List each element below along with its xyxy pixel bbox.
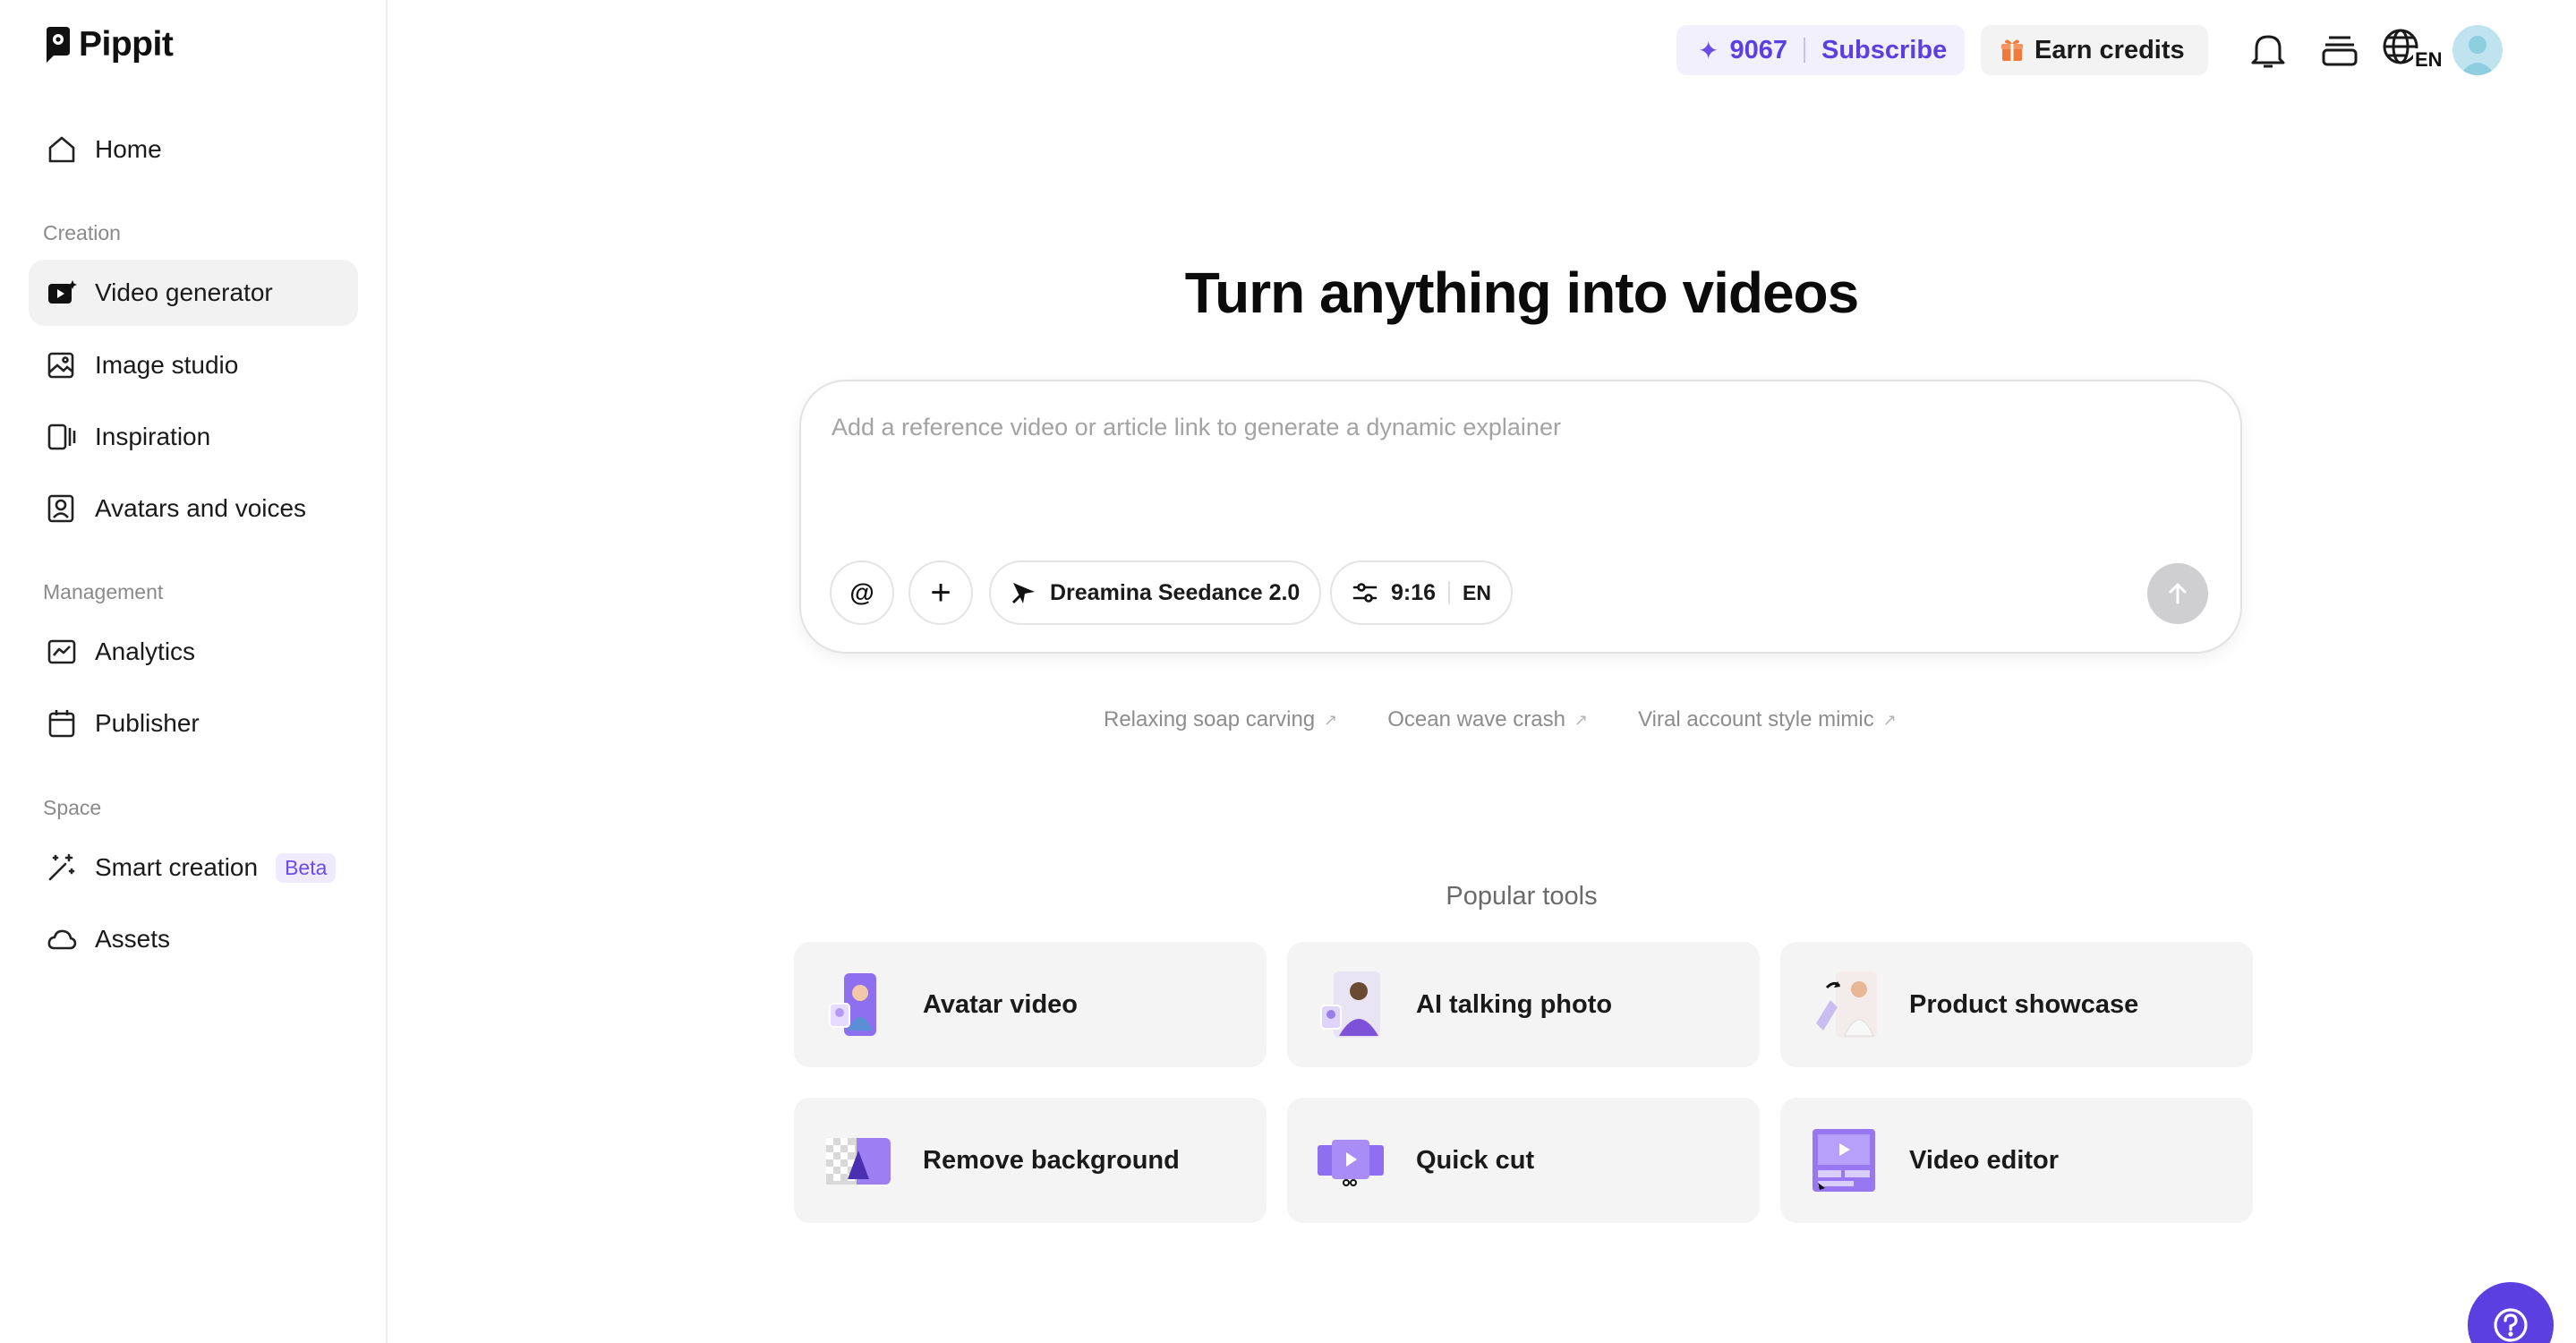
arrow-up-right-icon: ↗ <box>1574 710 1589 729</box>
sidebar-item-home[interactable]: Home <box>29 116 358 183</box>
sidebar-item-smart-creation[interactable]: Smart creation Beta <box>29 834 358 901</box>
sidebar-item-video-generator[interactable]: Video generator <box>29 260 358 326</box>
sparkle-icon: ✦ <box>1698 36 1719 64</box>
add-button[interactable]: + <box>908 560 973 625</box>
sidebar-item-label: Inspiration <box>95 423 211 450</box>
language-globe-icon[interactable]: EN <box>2381 29 2444 72</box>
section-title-management: Management <box>43 580 164 603</box>
image-studio-icon <box>45 348 79 382</box>
sidebar-item-assets[interactable]: Assets <box>29 906 358 972</box>
sidebar-item-label: Image studio <box>95 351 239 379</box>
prompt-input[interactable]: Add a reference video or article link to… <box>832 414 1561 441</box>
tool-label: Avatar video <box>923 989 1078 1019</box>
tool-card-product-showcase[interactable]: Product showcase <box>1780 942 2253 1067</box>
pippit-logo-icon <box>47 27 70 63</box>
subscribe-button[interactable]: Subscribe <box>1821 36 1947 65</box>
language-badge: EN <box>2413 48 2444 72</box>
remove-background-thumbnail-icon <box>821 1124 894 1197</box>
tool-card-quick-cut[interactable]: Quick cut <box>1287 1098 1760 1223</box>
earn-credits-button[interactable]: Earn credits <box>1981 25 2208 75</box>
video-editor-thumbnail-icon <box>1807 1124 1881 1197</box>
sliders-icon <box>1352 583 1378 603</box>
tool-label: Remove background <box>923 1145 1180 1175</box>
sidebar: Pippit Home Creation Video generator Ima… <box>0 0 388 1343</box>
sidebar-item-avatars-and-voices[interactable]: Avatars and voices <box>29 475 358 542</box>
brand-name: Pippit <box>79 25 174 64</box>
avatar-voice-icon <box>45 492 79 526</box>
cloud-icon <box>45 922 79 956</box>
beta-badge: Beta <box>276 852 337 883</box>
magic-wand-icon <box>45 851 79 885</box>
analytics-icon <box>45 635 79 669</box>
sidebar-item-inspiration[interactable]: Inspiration <box>29 404 358 470</box>
suggestion-label: Viral account style mimic <box>1638 707 1874 731</box>
brand-logo[interactable]: Pippit <box>43 25 174 64</box>
bell-icon[interactable] <box>2247 29 2290 72</box>
video-generator-icon <box>45 276 79 310</box>
sidebar-item-label: Smart creation <box>95 853 259 881</box>
sidebar-item-image-studio[interactable]: Image studio <box>29 332 358 398</box>
send-button[interactable] <box>2147 563 2208 624</box>
help-button[interactable] <box>2468 1282 2554 1343</box>
section-title-space: Space <box>43 796 102 819</box>
suggestion-chip[interactable]: Ocean wave crash ↗ <box>1387 707 1588 732</box>
talking-photo-thumbnail-icon <box>1314 968 1387 1041</box>
tool-label: Video editor <box>1909 1145 2060 1175</box>
sidebar-item-label: Home <box>95 135 162 163</box>
tool-label: AI talking photo <box>1416 989 1613 1019</box>
arrow-up-right-icon: ↗ <box>1324 710 1338 729</box>
suggestion-chip[interactable]: Viral account style mimic ↗ <box>1638 707 1897 732</box>
settings-chip[interactable]: 9:16 EN <box>1330 560 1513 625</box>
sidebar-item-label: Avatars and voices <box>95 494 307 522</box>
gift-icon <box>2001 39 2023 61</box>
tool-card-ai-talking-photo[interactable]: AI talking photo <box>1287 942 1760 1067</box>
divider <box>1448 581 1451 604</box>
arrow-up-icon <box>2169 583 2187 604</box>
home-icon <box>45 133 79 167</box>
page-title: Turn anything into videos <box>1184 261 1859 325</box>
language-value: EN <box>1463 580 1491 604</box>
dreamina-logo-icon <box>1011 583 1035 604</box>
popular-tools-title: Popular tools <box>1446 882 1598 911</box>
inspiration-icon <box>45 420 79 454</box>
tool-card-video-editor[interactable]: Video editor <box>1780 1098 2253 1223</box>
arrow-up-right-icon: ↗ <box>1882 710 1897 729</box>
suggestion-label: Ocean wave crash <box>1387 707 1565 731</box>
aspect-ratio: 9:16 <box>1391 579 1437 605</box>
quick-cut-thumbnail-icon <box>1314 1124 1387 1197</box>
tool-card-remove-background[interactable]: Remove background <box>794 1098 1267 1223</box>
prompt-box: Add a reference video or article link to… <box>799 380 2242 654</box>
tool-card-avatar-video[interactable]: Avatar video <box>794 942 1267 1067</box>
sidebar-item-label: Analytics <box>95 637 196 665</box>
divider <box>1803 38 1805 63</box>
user-avatar[interactable] <box>2452 25 2503 75</box>
section-title-creation: Creation <box>43 221 121 244</box>
suggestion-label: Relaxing soap carving <box>1104 707 1316 731</box>
sidebar-item-publisher[interactable]: Publisher <box>29 690 358 757</box>
tool-label: Product showcase <box>1909 989 2139 1019</box>
mention-button[interactable]: @ <box>830 560 894 625</box>
model-name: Dreamina Seedance 2.0 <box>1050 579 1301 605</box>
earn-credits-label: Earn credits <box>2034 35 2185 64</box>
avatar-video-thumbnail-icon <box>821 968 894 1041</box>
suggestion-chip[interactable]: Relaxing soap carving ↗ <box>1104 707 1337 732</box>
model-selector[interactable]: Dreamina Seedance 2.0 <box>989 560 1322 625</box>
stack-icon[interactable] <box>2318 29 2361 72</box>
sidebar-item-analytics[interactable]: Analytics <box>29 619 358 685</box>
sidebar-item-label: Video generator <box>95 278 273 306</box>
app-root: Pippit Home Creation Video generator Ima… <box>0 0 2576 1343</box>
product-showcase-thumbnail-icon <box>1807 968 1881 1041</box>
question-mark-icon <box>2494 1308 2528 1342</box>
sidebar-item-label: Assets <box>95 925 171 953</box>
plus-icon: + <box>930 572 951 612</box>
credits-subscribe-pill[interactable]: ✦ 9067 Subscribe <box>1676 25 1965 75</box>
calendar-icon <box>45 706 79 740</box>
at-icon: @ <box>849 578 874 606</box>
credits-count: 9067 <box>1729 35 1787 64</box>
sidebar-item-label: Publisher <box>95 709 200 737</box>
tool-label: Quick cut <box>1416 1145 1535 1175</box>
suggestion-list: Relaxing soap carving ↗ Ocean wave crash… <box>1104 707 1897 732</box>
